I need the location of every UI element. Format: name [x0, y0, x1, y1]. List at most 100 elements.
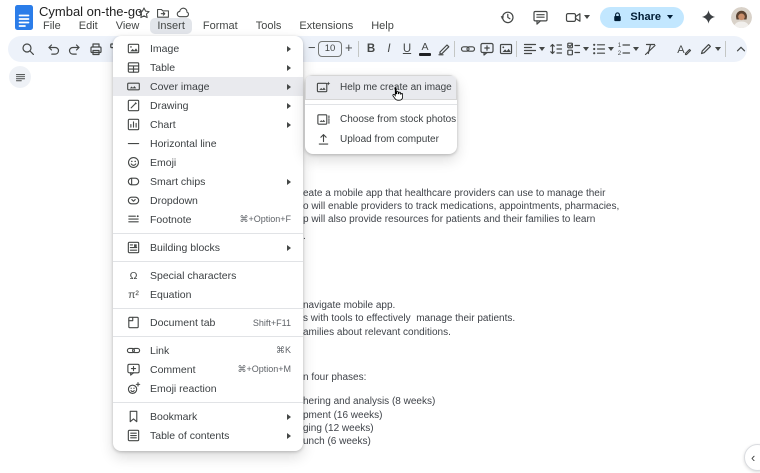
redo-icon[interactable]: [67, 41, 83, 57]
editing-mode-dropdown-icon[interactable]: [715, 47, 721, 51]
toolbar-divider: [725, 41, 726, 57]
menu-format[interactable]: Format: [196, 18, 245, 34]
share-button-label: Share: [630, 11, 661, 23]
doc-text-line[interactable]: ging (12 weeks): [303, 423, 374, 434]
document-tabs-button[interactable]: [9, 66, 31, 88]
editing-mode-pen-icon[interactable]: [698, 41, 714, 57]
numbered-list-icon[interactable]: 12: [616, 41, 632, 57]
shortcut-label: ⌘+Option+F: [239, 214, 291, 225]
italic-button[interactable]: I: [382, 41, 396, 57]
menu-item-footnote[interactable]: Footnote⌘+Option+F: [113, 210, 303, 229]
hide-menus-icon[interactable]: [733, 41, 749, 57]
submenu-item-choose-from-stock-photos[interactable]: Choose from stock photos: [305, 109, 457, 129]
numbered-list-dropdown-icon[interactable]: [633, 47, 639, 51]
submenu-arrow-icon: [287, 46, 291, 52]
doc-text-line[interactable]: hering and analysis (8 weeks): [303, 396, 435, 407]
menu-item-emoji[interactable]: Emoji: [113, 153, 303, 172]
font-size-input[interactable]: 10: [318, 41, 342, 57]
doc-text-line[interactable]: s with tools to effectively manage their…: [303, 313, 515, 324]
menu-tools[interactable]: Tools: [249, 18, 289, 34]
menubar: File Edit View Insert Format Tools Exten…: [36, 18, 401, 34]
text-color-button[interactable]: A: [418, 42, 432, 56]
svg-text:1: 1: [618, 43, 622, 49]
search-menus-icon[interactable]: [20, 41, 36, 57]
clear-formatting-icon[interactable]: [642, 41, 658, 57]
menu-item-bookmark[interactable]: Bookmark: [113, 407, 303, 426]
version-history-icon[interactable]: [499, 9, 516, 26]
menu-item-table-of-contents[interactable]: Table of contents: [113, 426, 303, 445]
checklist-icon[interactable]: [566, 41, 582, 57]
menu-item-equation[interactable]: π² Equation: [113, 285, 303, 304]
line-spacing-icon[interactable]: [548, 41, 564, 57]
gemini-sparkle-icon[interactable]: [700, 9, 717, 26]
doc-text-line[interactable]: .: [303, 231, 306, 242]
collapse-panel-button[interactable]: ‹: [744, 444, 760, 471]
bold-button[interactable]: B: [364, 41, 378, 57]
insert-image-icon[interactable]: [498, 41, 514, 57]
markup-tools-icon[interactable]: A: [676, 41, 692, 57]
doc-text-line[interactable]: p will also provide resources for patien…: [303, 214, 595, 225]
menu-item-link[interactable]: Link⌘K: [113, 341, 303, 360]
menu-item-smart-chips[interactable]: Smart chips: [113, 172, 303, 191]
submenu-arrow-icon: [287, 103, 291, 109]
align-dropdown-icon[interactable]: [539, 47, 545, 51]
menu-item-building-blocks[interactable]: Building blocks: [113, 238, 303, 257]
underline-button[interactable]: U: [400, 41, 414, 57]
chevron-left-icon: ‹: [751, 450, 755, 465]
menu-insert[interactable]: Insert: [150, 18, 192, 34]
video-call-icon[interactable]: [565, 9, 582, 26]
doc-text-line[interactable]: navigate mobile app.: [303, 300, 395, 311]
menu-item-chart[interactable]: Chart: [113, 115, 303, 134]
svg-text:2: 2: [618, 51, 622, 57]
checklist-dropdown-icon[interactable]: [583, 47, 589, 51]
menu-edit[interactable]: Edit: [72, 18, 105, 34]
menu-item-cover-image[interactable]: Cover image: [113, 77, 303, 96]
doc-text-line[interactable]: n four phases:: [303, 372, 366, 383]
document-title[interactable]: Cymbal on-the-go: [39, 4, 142, 19]
increase-font-size-button[interactable]: +: [345, 40, 353, 55]
menu-item-document-tab[interactable]: Document tabShift+F11: [113, 313, 303, 332]
share-button[interactable]: Share: [600, 7, 684, 28]
highlight-color-icon[interactable]: [436, 41, 452, 57]
menu-item-horizontal-line[interactable]: Horizontal line: [113, 134, 303, 153]
menu-extensions[interactable]: Extensions: [292, 18, 360, 34]
account-avatar[interactable]: [731, 7, 752, 28]
menu-item-special-characters[interactable]: Ω Special characters: [113, 266, 303, 285]
doc-text-line[interactable]: eate a mobile app that healthcare provid…: [303, 188, 605, 199]
menu-item-emoji-reaction[interactable]: Emoji reaction: [113, 379, 303, 398]
tabs-list-icon: [14, 71, 27, 84]
chart-icon: [126, 117, 141, 132]
menu-divider: [113, 261, 303, 262]
doc-text-line[interactable]: pment (16 weeks): [303, 410, 382, 421]
undo-icon[interactable]: [45, 41, 61, 57]
doc-text-line[interactable]: o will enable providers to track medicat…: [303, 201, 619, 212]
doc-text-line[interactable]: amilies about relevant conditions.: [303, 327, 451, 338]
menu-item-comment[interactable]: Comment⌘+Option+M: [113, 360, 303, 379]
menu-item-table[interactable]: Table: [113, 58, 303, 77]
video-call-dropdown-icon[interactable]: [584, 15, 590, 19]
bulleted-list-dropdown-icon[interactable]: [608, 47, 614, 51]
print-icon[interactable]: [88, 41, 104, 57]
insert-link-icon[interactable]: [460, 41, 476, 57]
mouse-cursor-hand: [390, 86, 405, 103]
document-tab-icon: [126, 315, 141, 330]
menu-item-dropdown[interactable]: Dropdown: [113, 191, 303, 210]
bulleted-list-icon[interactable]: [591, 41, 607, 57]
decrease-font-size-button[interactable]: −: [308, 40, 316, 55]
menu-divider: [113, 336, 303, 337]
submenu-item-help-me-create-an-image[interactable]: Help me create an image: [305, 75, 457, 100]
add-comment-icon[interactable]: [479, 41, 495, 57]
menu-item-image[interactable]: Image: [113, 39, 303, 58]
submenu-arrow-icon: [287, 414, 291, 420]
doc-text-line[interactable]: unch (6 weeks): [303, 436, 371, 447]
submenu-item-upload-from-computer[interactable]: Upload from computer: [305, 129, 457, 149]
menu-file[interactable]: File: [36, 18, 68, 34]
menu-help[interactable]: Help: [364, 18, 401, 34]
menu-view[interactable]: View: [109, 18, 147, 34]
align-left-icon[interactable]: [522, 41, 538, 57]
google-docs-logo-icon[interactable]: [14, 4, 34, 31]
cover-image-submenu: Help me create an image Choose from stoc…: [305, 75, 457, 154]
toolbar-divider: [358, 41, 359, 57]
menu-item-drawing[interactable]: Drawing: [113, 96, 303, 115]
open-comments-icon[interactable]: [532, 9, 549, 26]
